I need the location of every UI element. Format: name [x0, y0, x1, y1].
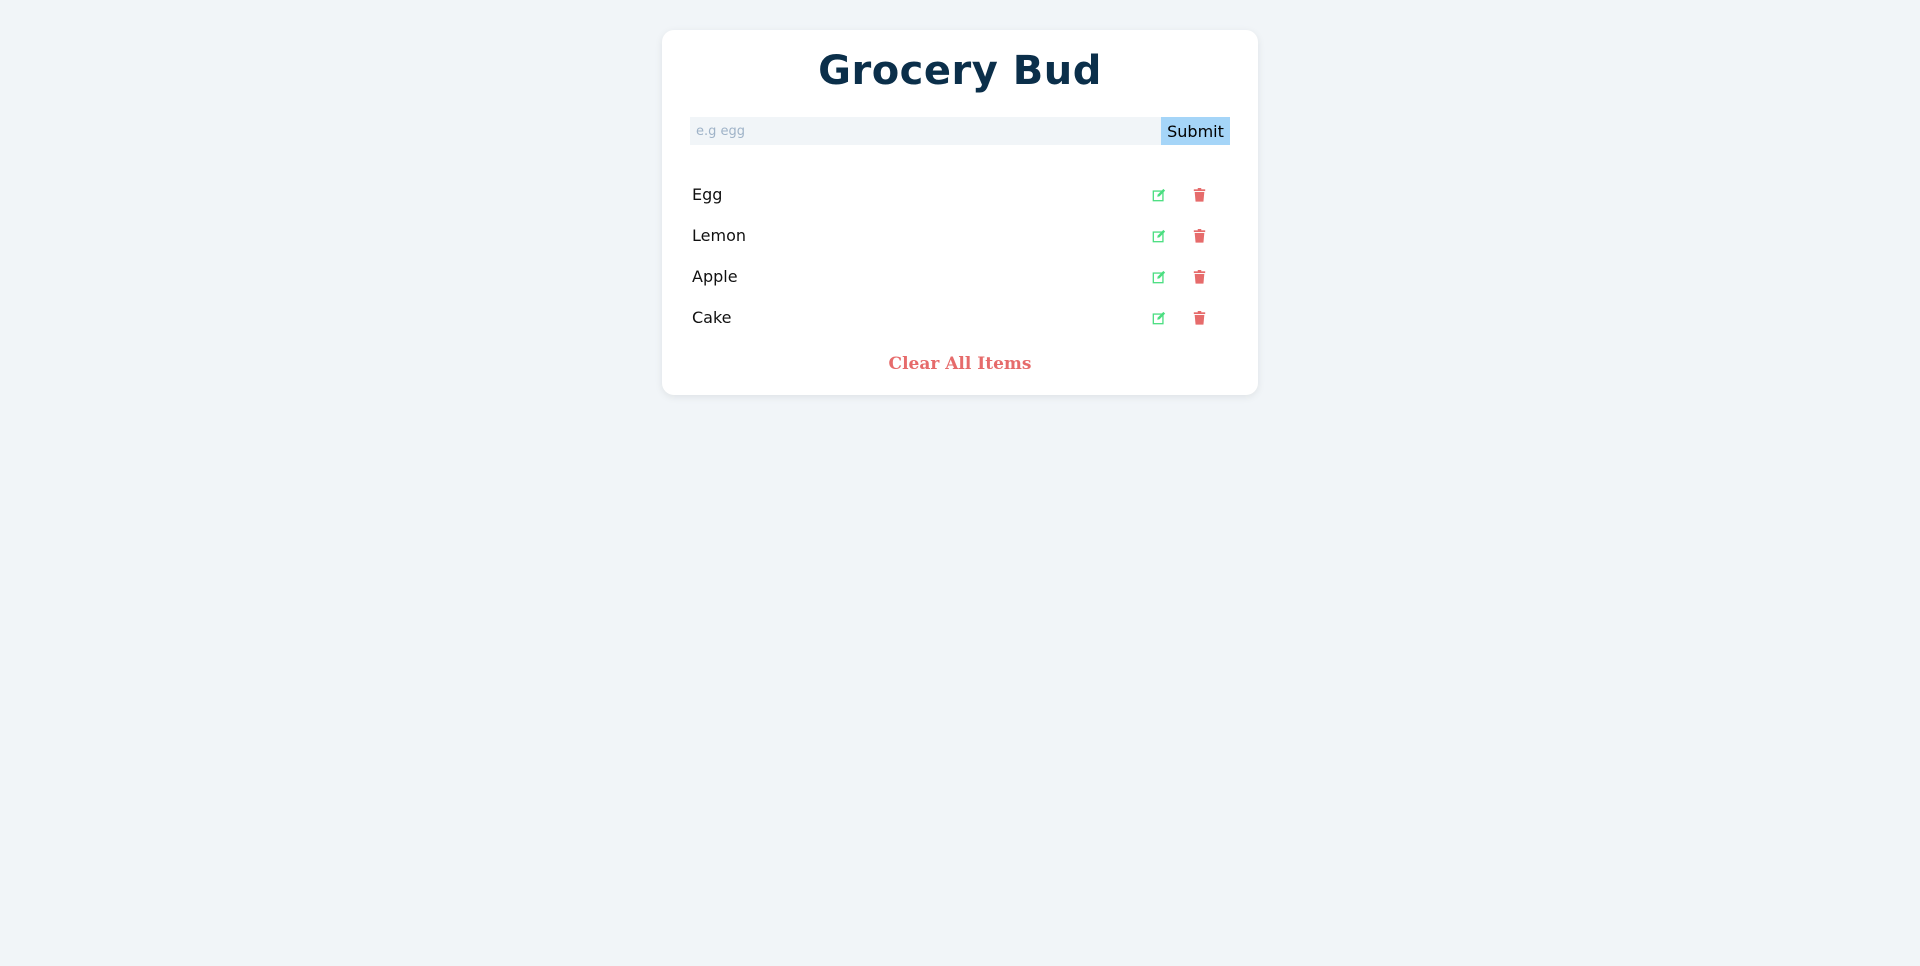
clear-all-button[interactable]: Clear All Items — [662, 354, 1258, 374]
edit-button[interactable] — [1150, 309, 1168, 327]
list-item: Egg — [690, 185, 1230, 236]
item-label: Lemon — [692, 226, 746, 245]
trash-icon — [1193, 188, 1205, 202]
edit-button[interactable] — [1150, 268, 1168, 286]
item-label: Egg — [692, 185, 723, 204]
edit-icon — [1152, 229, 1166, 243]
list-item: Lemon — [690, 226, 1230, 277]
edit-icon — [1152, 270, 1166, 284]
grocery-input[interactable] — [690, 117, 1161, 145]
edit-button[interactable] — [1150, 227, 1168, 245]
delete-button[interactable] — [1190, 186, 1208, 204]
grocery-form: Submit — [690, 117, 1230, 145]
delete-button[interactable] — [1190, 309, 1208, 327]
trash-icon — [1193, 311, 1205, 325]
submit-button[interactable]: Submit — [1161, 117, 1230, 145]
list-item: Apple — [690, 267, 1230, 318]
item-label: Apple — [692, 267, 738, 286]
grocery-list: Egg Lemon Apple Cake — [690, 185, 1230, 359]
delete-button[interactable] — [1190, 268, 1208, 286]
edit-icon — [1152, 311, 1166, 325]
edit-button[interactable] — [1150, 186, 1168, 204]
item-label: Cake — [692, 308, 732, 327]
trash-icon — [1193, 229, 1205, 243]
edit-icon — [1152, 188, 1166, 202]
grocery-card: Grocery Bud Submit Egg Lemon — [662, 30, 1258, 395]
trash-icon — [1193, 270, 1205, 284]
list-item: Cake — [690, 308, 1230, 359]
app-title: Grocery Bud — [818, 48, 1102, 94]
delete-button[interactable] — [1190, 227, 1208, 245]
